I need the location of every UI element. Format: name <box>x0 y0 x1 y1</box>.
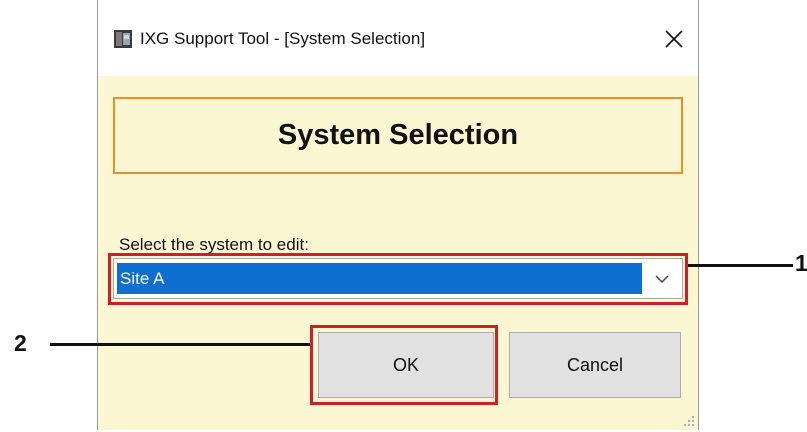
callout-line-1 <box>688 264 793 267</box>
system-selection-dialog: IXG Support Tool - [System Selection] Sy… <box>97 0 699 430</box>
callout-number-1: 1 <box>795 250 807 276</box>
chevron-down-icon[interactable] <box>650 267 674 291</box>
close-icon <box>665 30 683 48</box>
window-title: IXG Support Tool - [System Selection] <box>140 29 426 48</box>
system-dropdown-value: Site A <box>117 263 642 294</box>
ok-button[interactable]: OK <box>318 332 494 398</box>
system-select-label: Select the system to edit: <box>119 235 309 254</box>
callout-line-2 <box>50 343 310 346</box>
header-panel: System Selection <box>113 97 683 174</box>
title-bar: IXG Support Tool - [System Selection] <box>98 0 698 76</box>
callout-number-2: 2 <box>14 330 27 356</box>
close-button[interactable] <box>661 26 687 52</box>
resize-grip-icon[interactable] <box>683 414 695 426</box>
page-title: System Selection <box>277 119 519 151</box>
app-icon <box>114 30 132 48</box>
cancel-button[interactable]: Cancel <box>509 332 681 398</box>
system-dropdown[interactable]: Site A <box>113 258 683 299</box>
